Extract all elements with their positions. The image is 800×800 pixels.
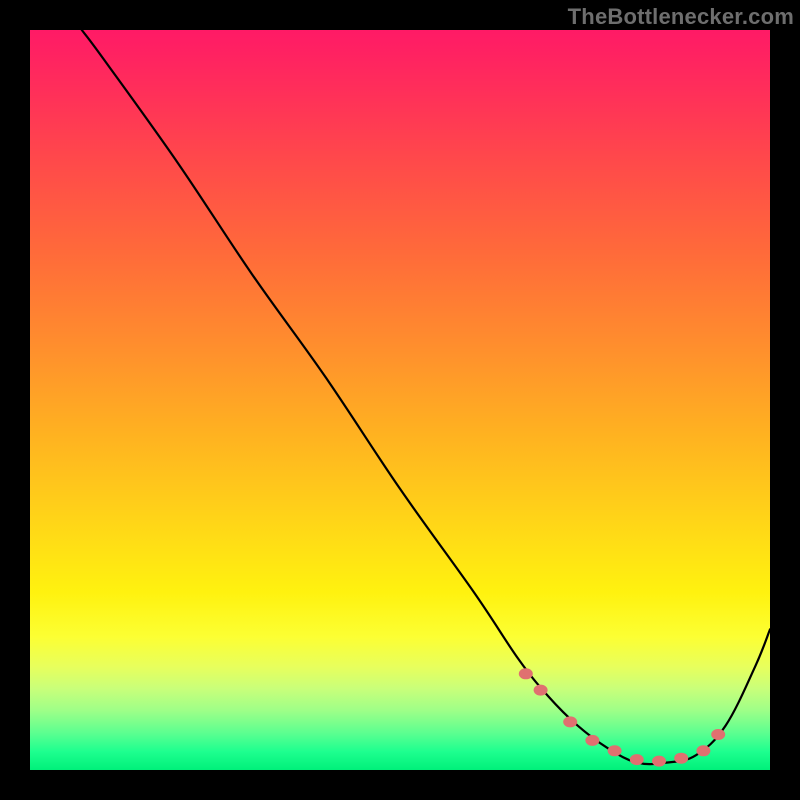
chart-frame	[30, 30, 770, 770]
marker-point	[534, 685, 548, 696]
marker-point	[711, 729, 725, 740]
marker-point	[630, 754, 644, 765]
marker-point	[608, 745, 622, 756]
marker-point	[519, 668, 533, 679]
marker-point	[585, 735, 599, 746]
highlight-markers	[519, 668, 725, 766]
marker-point	[563, 716, 577, 727]
marker-point	[696, 745, 710, 756]
watermark-text: TheBottlenecker.com	[568, 4, 794, 30]
chart-svg	[30, 30, 770, 770]
marker-point	[674, 753, 688, 764]
bottleneck-curve	[82, 30, 770, 764]
marker-point	[652, 756, 666, 767]
